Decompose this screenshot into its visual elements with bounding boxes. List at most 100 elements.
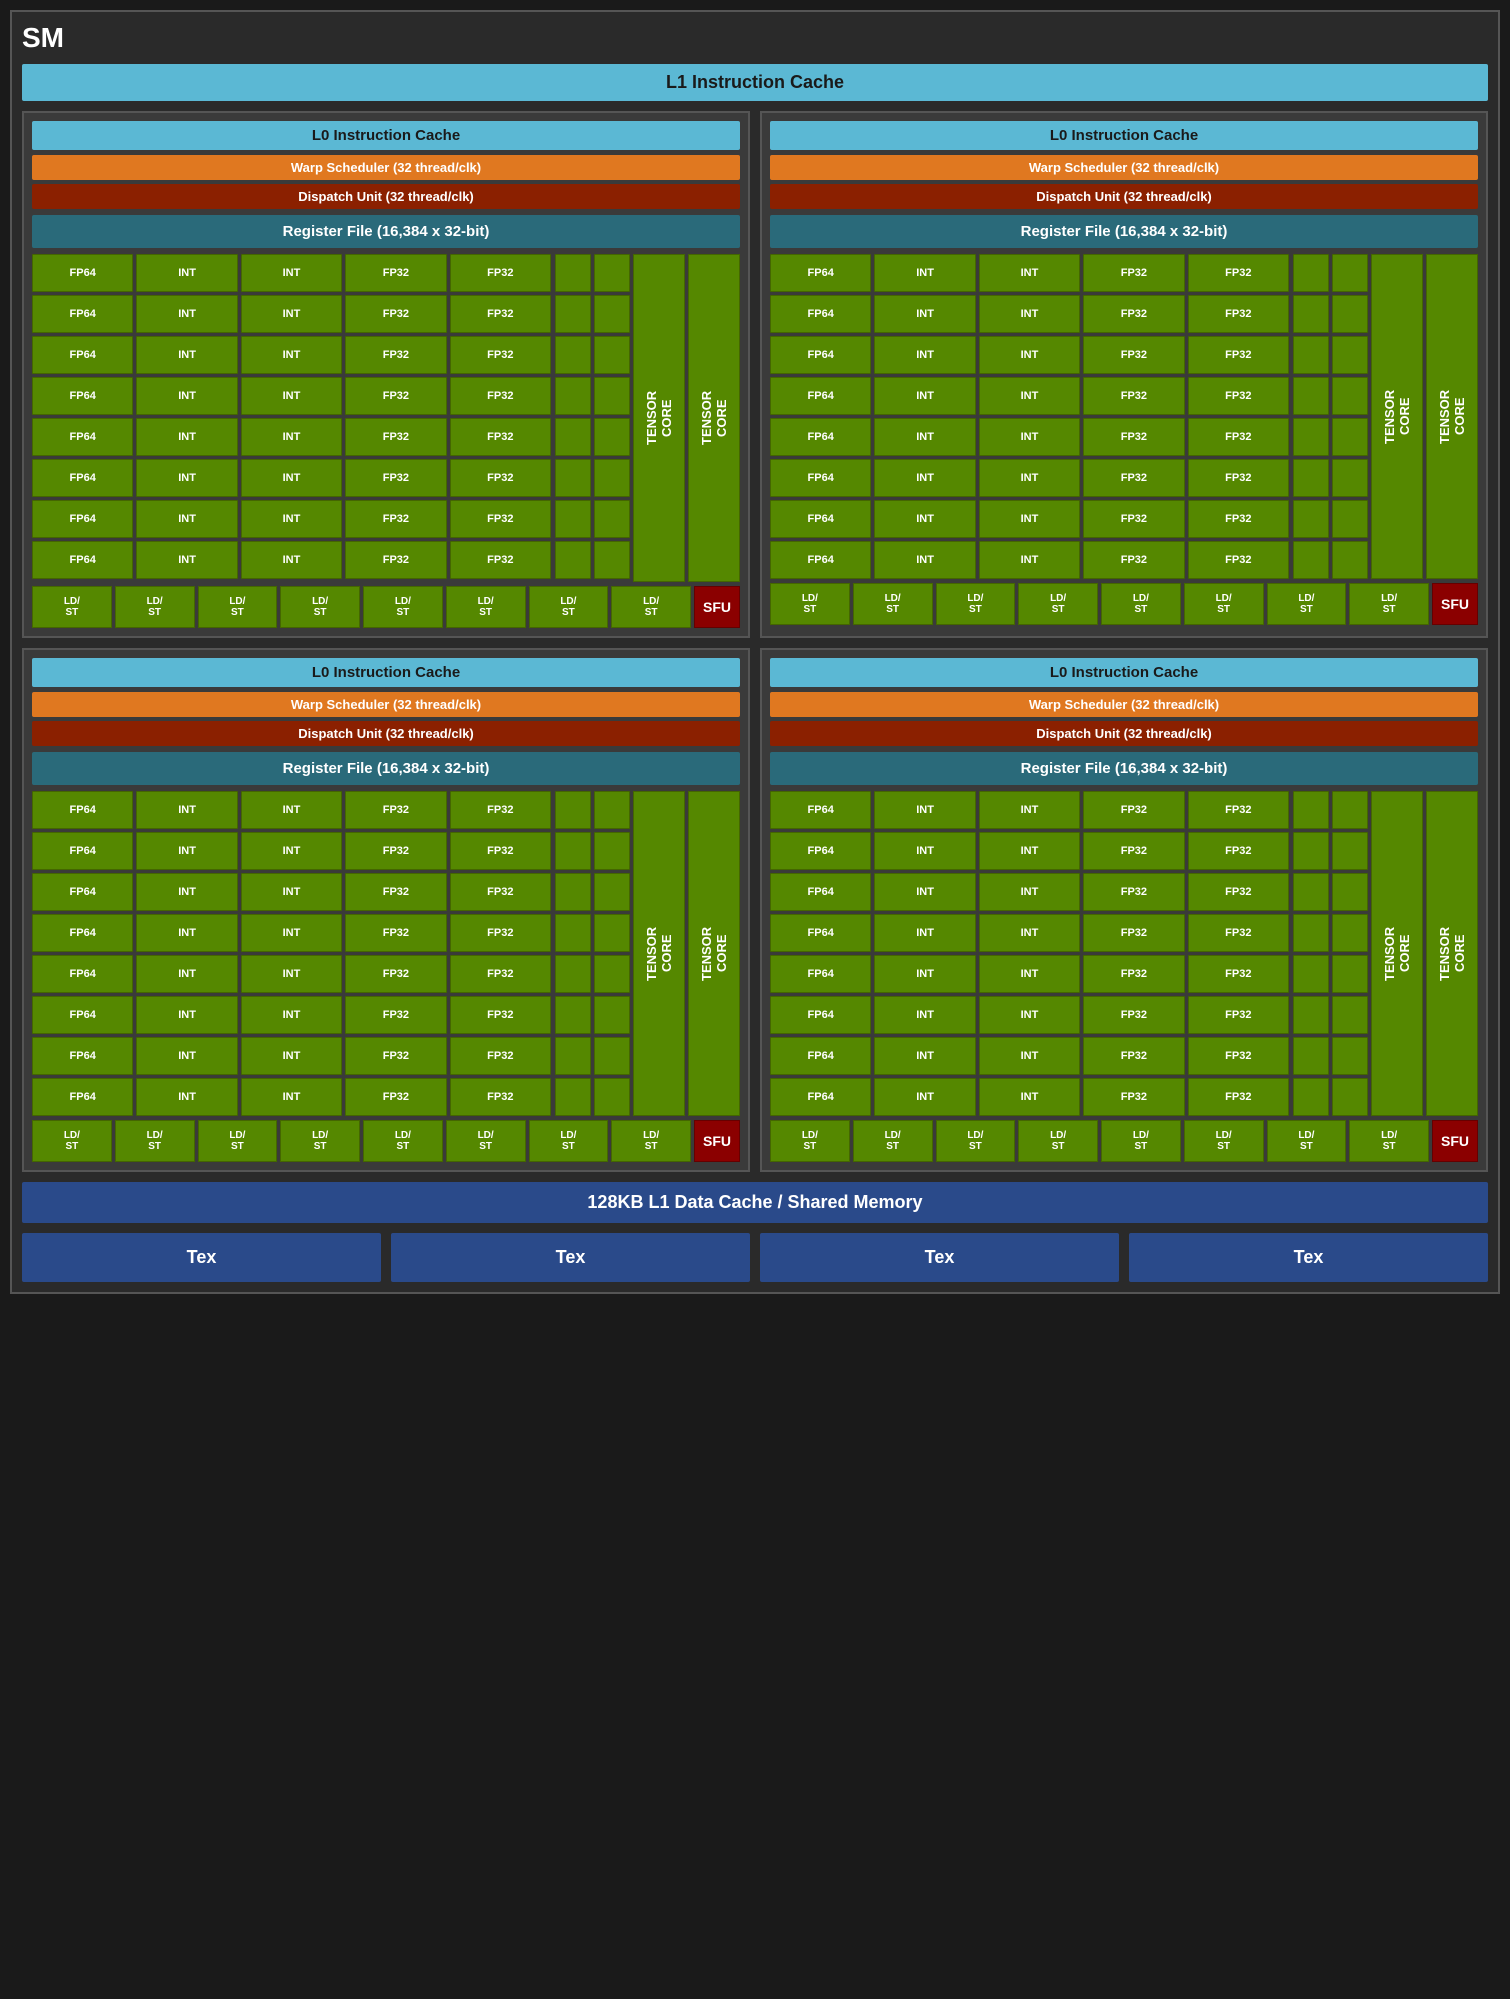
int-cell: INT [874,377,975,415]
int-cell: INT [241,336,342,374]
fp64-cell: FP64 [770,996,871,1034]
int-cell: INT [874,1078,975,1116]
int-cell: INT [241,459,342,497]
green-cell [594,996,630,1034]
extra-cols-tensor-3: TENSORCORE TENSORCORE [555,791,740,1116]
int-cell: INT [874,832,975,870]
int-cell: INT [979,1078,1080,1116]
green-cell [1332,1078,1368,1116]
int-cell: INT [874,996,975,1034]
ld-st-cell: LD/ST [1184,583,1264,625]
right-side-4: TENSORCORE TENSORCORE [1293,791,1478,1116]
green-cell [555,295,591,333]
green-cell [1293,418,1329,456]
tensor-core-8: TENSORCORE [1426,791,1478,1116]
fp32-cell: FP32 [345,336,446,374]
green-cell [555,336,591,374]
ld-st-cell: LD/ST [770,1120,850,1162]
fp32-cell: FP32 [1083,955,1184,993]
int-cell: INT [136,996,237,1034]
cores-section-3: FP64 INT INT FP32 FP32 FP64 INT INT FP32… [32,791,740,1116]
fp64-cell: FP64 [770,955,871,993]
fp32-cell: FP32 [1188,377,1289,415]
fp32-cell: FP32 [1188,500,1289,538]
fp32-cell: FP32 [345,418,446,456]
fp32-cell: FP32 [345,377,446,415]
extra-green-col2b [1332,254,1368,579]
int-cell: INT [979,295,1080,333]
int-cell: INT [241,791,342,829]
fp64-cell: FP64 [770,254,871,292]
register-file-3: Register File (16,384 x 32-bit) [32,752,740,785]
green-cell [555,1078,591,1116]
right-side-3: TENSORCORE TENSORCORE [555,791,740,1116]
fp32-cell: FP32 [450,832,551,870]
sm-title: SM [22,22,1488,54]
sub-sm-3: L0 Instruction Cache Warp Scheduler (32 … [22,648,750,1172]
fp32-cell: FP32 [1188,295,1289,333]
green-cell [1293,914,1329,952]
ld-st-cell: LD/ST [446,586,526,628]
fp32-cell: FP32 [450,1037,551,1075]
fp32-cell: FP32 [1188,791,1289,829]
int-cell: INT [136,459,237,497]
green-cell [1332,336,1368,374]
fp32-cell: FP32 [450,541,551,579]
core-row: FP64 INT INT FP32 FP32 [770,1037,1289,1075]
ld-st-cell: LD/ST [115,1120,195,1162]
int-cell: INT [979,459,1080,497]
warp-scheduler-3: Warp Scheduler (32 thread/clk) [32,692,740,717]
cores-main-3: FP64 INT INT FP32 FP32 FP64 INT INT FP32… [32,791,551,1116]
fp32-cell: FP32 [450,955,551,993]
fp64-cell: FP64 [32,254,133,292]
green-cell [1293,254,1329,292]
core-row: FP64 INT INT FP32 FP32 [770,832,1289,870]
bottom-row-1: LD/ST LD/ST LD/ST LD/ST LD/ST LD/ST LD/S… [32,586,740,628]
green-cell [1332,873,1368,911]
fp64-cell: FP64 [770,873,871,911]
core-row: FP64 INT INT FP32 FP32 [770,295,1289,333]
sm-container: SM L1 Instruction Cache L0 Instruction C… [10,10,1500,1294]
int-cell: INT [979,336,1080,374]
tex-cell-1: Tex [22,1233,381,1282]
green-cell [1293,955,1329,993]
extra-green-col1b [1293,254,1329,579]
fp32-cell: FP32 [1188,254,1289,292]
green-cell [594,377,630,415]
int-cell: INT [241,873,342,911]
green-cell [594,914,630,952]
int-cell: INT [136,336,237,374]
fp64-cell: FP64 [32,377,133,415]
green-cell [594,459,630,497]
int-cell: INT [979,1037,1080,1075]
green-cell [594,254,630,292]
int-cell: INT [136,295,237,333]
fp32-cell: FP32 [450,791,551,829]
ld-st-cell: LD/ST [529,586,609,628]
fp32-cell: FP32 [450,500,551,538]
fp32-cell: FP32 [1083,541,1184,579]
green-cell [555,500,591,538]
fp32-cell: FP32 [1083,295,1184,333]
fp64-cell: FP64 [770,295,871,333]
fp32-cell: FP32 [450,254,551,292]
bottom-row-4: LD/ST LD/ST LD/ST LD/ST LD/ST LD/ST LD/S… [770,1120,1478,1162]
l0-cache-2: L0 Instruction Cache [770,121,1478,150]
fp32-cell: FP32 [1083,500,1184,538]
fp64-cell: FP64 [32,914,133,952]
green-cell [1293,459,1329,497]
fp32-cell: FP32 [1083,1037,1184,1075]
fp64-cell: FP64 [32,418,133,456]
core-row: FP64 INT INT FP32 FP32 [32,955,551,993]
core-row: FP64 INT INT FP32 FP32 [32,377,551,415]
core-row: FP64 INT INT FP32 FP32 [32,418,551,456]
fp32-cell: FP32 [450,1078,551,1116]
int-cell: INT [979,418,1080,456]
fp32-cell: FP32 [1188,996,1289,1034]
ld-st-cell: LD/ST [1018,1120,1098,1162]
fp32-cell: FP32 [1083,873,1184,911]
fp64-cell: FP64 [32,541,133,579]
int-cell: INT [979,377,1080,415]
fp32-cell: FP32 [1083,336,1184,374]
fp64-cell: FP64 [32,873,133,911]
